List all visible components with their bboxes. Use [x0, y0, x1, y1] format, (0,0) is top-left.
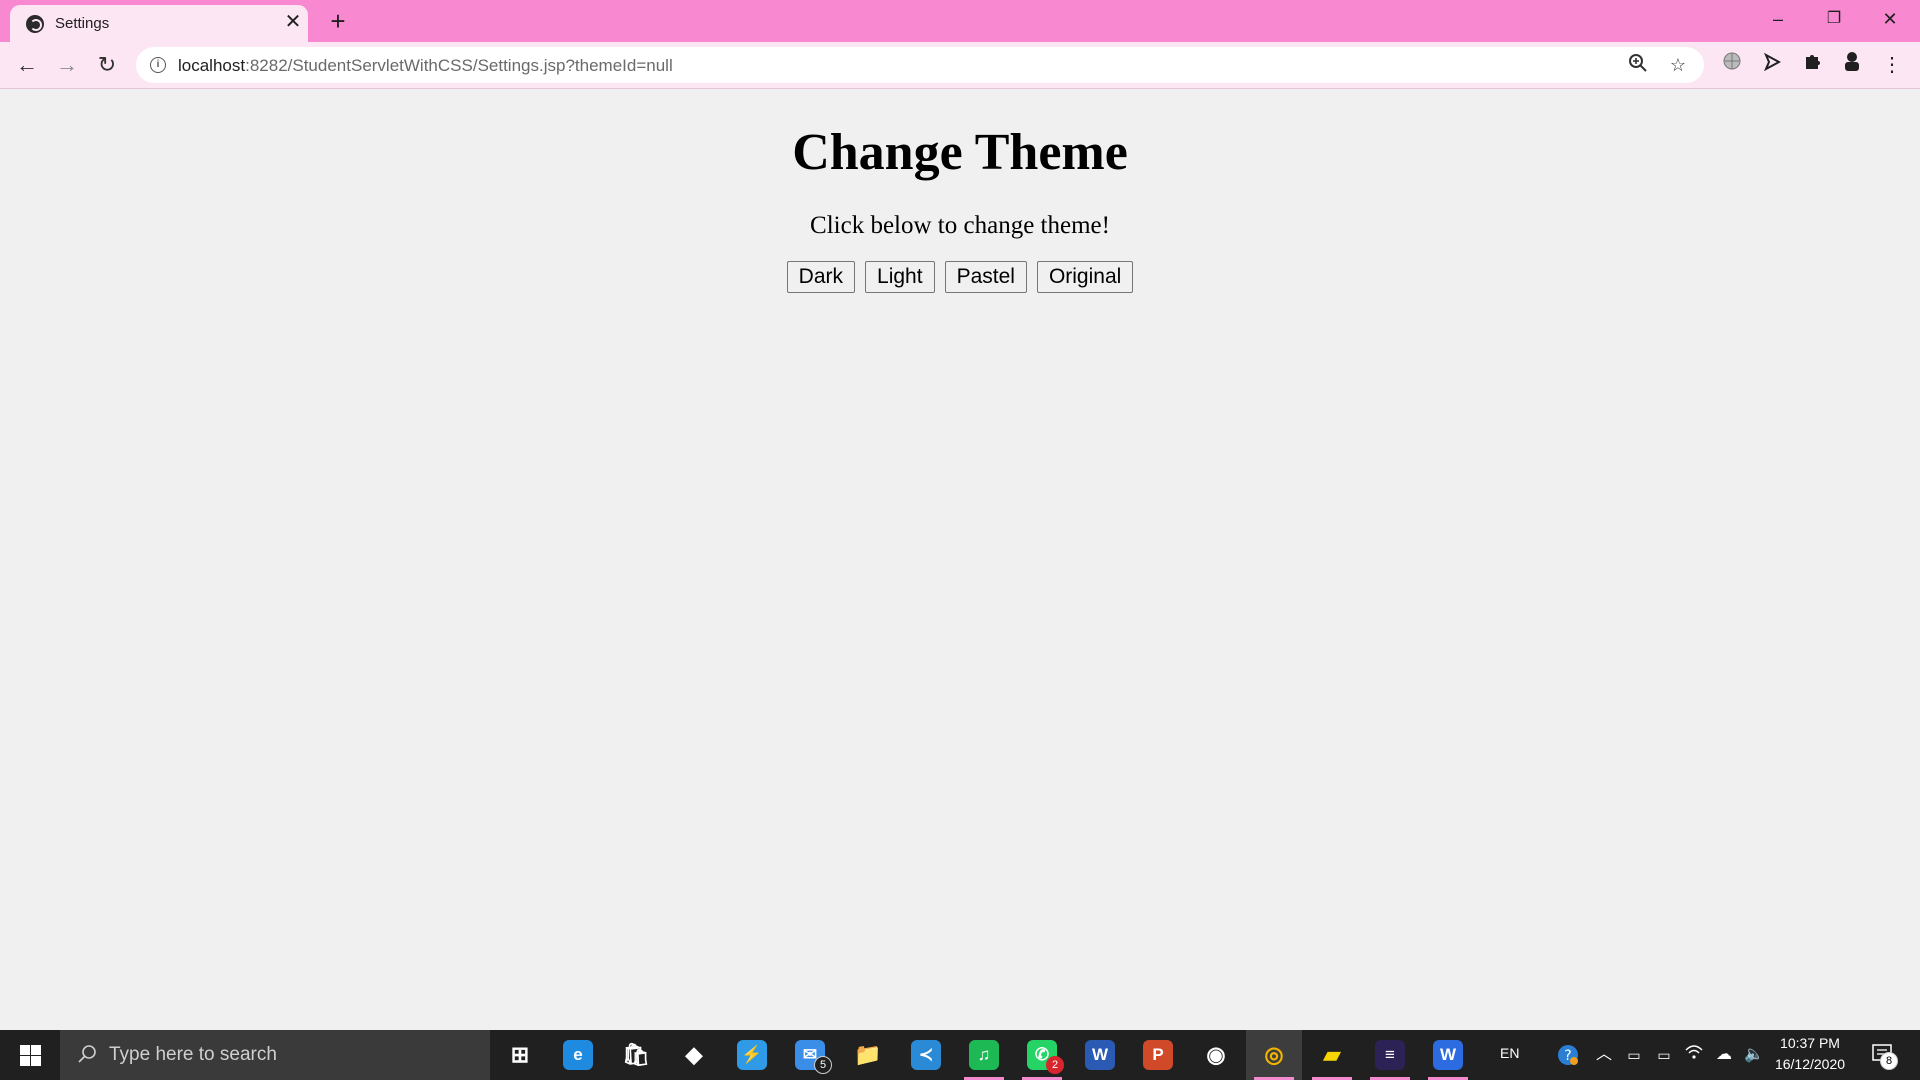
- globe-icon: [26, 15, 44, 33]
- notification-count-badge: 8: [1880, 1052, 1898, 1070]
- browser-tab-bar: Settings ✕ + – ❐ ✕: [0, 0, 1920, 42]
- profile-icon[interactable]: [1837, 50, 1867, 80]
- windows-logo-icon: [20, 1045, 30, 1055]
- dark-theme-button[interactable]: Dark: [786, 261, 856, 293]
- search-placeholder: Type here to search: [109, 1044, 277, 1065]
- edge-icon: e: [563, 1040, 593, 1070]
- zoom-icon[interactable]: [1626, 53, 1650, 77]
- taskbar-app-whatsapp[interactable]: ✆ 2: [1014, 1030, 1070, 1080]
- search-icon: [76, 1043, 98, 1065]
- pastel-theme-button[interactable]: Pastel: [944, 261, 1027, 293]
- browser-tab[interactable]: Settings ✕: [10, 5, 308, 42]
- whatsapp-badge: 2: [1046, 1056, 1064, 1074]
- close-window-button[interactable]: ✕: [1862, 0, 1918, 40]
- page-title: Change Theme: [792, 124, 1128, 181]
- microsoft-store-icon: 🛍: [622, 1042, 650, 1067]
- taskbar-app-spotify[interactable]: ♫: [956, 1030, 1012, 1080]
- dropbox-icon: ◆: [685, 1042, 703, 1067]
- power-automate-icon: ⚡: [737, 1040, 767, 1070]
- taskbar-app-eclipse[interactable]: ≡: [1362, 1030, 1418, 1080]
- word-icon: W: [1085, 1040, 1115, 1070]
- windows-taskbar: Type here to search ⊞ e 🛍 ◆ ⚡ ✉ 5 📁 ≺ ♫ ✆ 2 W P ◉ ◎ ▰ ≡ W …: [0, 1030, 1920, 1080]
- page-content: Change Theme Click below to change theme…: [0, 89, 1920, 1030]
- more-menu-icon[interactable]: ⋮: [1877, 50, 1907, 80]
- start-button[interactable]: [0, 1030, 60, 1080]
- site-info-icon[interactable]: i: [150, 57, 166, 73]
- send-icon[interactable]: [1757, 50, 1787, 80]
- taskbar-app-microsoft-store[interactable]: 🛍: [608, 1030, 664, 1080]
- taskbar-app-file-explorer[interactable]: 📁: [840, 1030, 896, 1080]
- sticky-notes-icon: ▰: [1323, 1042, 1341, 1067]
- language-indicator[interactable]: EN: [1500, 1045, 1519, 1061]
- wps-writer-icon: W: [1433, 1040, 1463, 1070]
- volume-icon[interactable]: 🔈: [1743, 1044, 1765, 1066]
- puzzle-icon[interactable]: [1797, 50, 1827, 80]
- task-view-icon: ⊞: [510, 1042, 530, 1067]
- taskbar-app-word[interactable]: W: [1072, 1030, 1128, 1080]
- spotify-icon: ♫: [969, 1040, 999, 1070]
- url-host: localhost: [178, 56, 246, 75]
- tab-title: Settings: [55, 15, 110, 32]
- restore-button[interactable]: ❐: [1806, 0, 1862, 40]
- battery-icon[interactable]: ▭: [1653, 1044, 1675, 1066]
- taskbar-app-wps-writer[interactable]: W: [1420, 1030, 1476, 1080]
- back-button[interactable]: ←: [12, 50, 42, 80]
- meet-now-icon[interactable]: ▭: [1623, 1044, 1645, 1066]
- notifications-icon[interactable]: 8: [1870, 1042, 1898, 1070]
- taskbar-app-dropbox[interactable]: ◆: [666, 1030, 722, 1080]
- windows-logo-pane: [31, 1045, 41, 1055]
- file-explorer-icon: 📁: [854, 1042, 882, 1067]
- page-subtitle: Click below to change theme!: [810, 212, 1110, 239]
- minimize-button[interactable]: –: [1750, 0, 1806, 40]
- clock-time[interactable]: 10:37 PM: [1774, 1035, 1846, 1051]
- eclipse-icon: ≡: [1375, 1040, 1405, 1070]
- vs-code-icon: ≺: [911, 1040, 941, 1070]
- bookmark-star-icon[interactable]: ☆: [1666, 53, 1690, 77]
- chevron-up-icon[interactable]: ︿: [1593, 1044, 1615, 1066]
- close-tab-icon[interactable]: ✕: [282, 11, 304, 33]
- extension-globe-icon[interactable]: [1717, 50, 1747, 80]
- powerpoint-icon: P: [1143, 1040, 1173, 1070]
- mail-badge: 5: [814, 1056, 832, 1074]
- taskbar-app-vs-code[interactable]: ≺: [898, 1030, 954, 1080]
- taskbar-app-chrome[interactable]: ◎: [1246, 1030, 1302, 1080]
- original-theme-button[interactable]: Original: [1036, 261, 1134, 293]
- clock-date[interactable]: 16/12/2020: [1772, 1056, 1848, 1072]
- url-path: :8282/StudentServletWithCSS/Settings.jsp…: [245, 56, 673, 75]
- help-icon[interactable]: ?: [1557, 1044, 1579, 1066]
- onedrive-cloud-icon[interactable]: ☁: [1713, 1044, 1735, 1066]
- forward-button[interactable]: →: [52, 50, 82, 80]
- light-theme-button[interactable]: Light: [865, 261, 935, 293]
- taskbar-app-sticky-notes[interactable]: ▰: [1304, 1030, 1360, 1080]
- windows-logo-pane: [20, 1056, 30, 1066]
- taskbar-app-powerpoint[interactable]: P: [1130, 1030, 1186, 1080]
- app-circle-icon: ◉: [1206, 1042, 1226, 1067]
- new-tab-button[interactable]: +: [324, 8, 352, 36]
- reload-button[interactable]: ↻: [92, 50, 122, 80]
- windows-logo-pane: [31, 1056, 41, 1066]
- taskbar-app-task-view[interactable]: ⊞: [492, 1030, 548, 1080]
- taskbar-app-power-automate[interactable]: ⚡: [724, 1030, 780, 1080]
- taskbar-app-mail[interactable]: ✉ 5: [782, 1030, 838, 1080]
- taskbar-app-app-circle[interactable]: ◉: [1188, 1030, 1244, 1080]
- address-bar[interactable]: i localhost:8282/StudentServletWithCSS/S…: [136, 47, 1704, 83]
- url-text[interactable]: localhost:8282/StudentServletWithCSS/Set…: [178, 56, 673, 76]
- browser-toolbar: ← → ↻ i localhost:8282/StudentServletWit…: [0, 42, 1920, 89]
- theme-button-row: Dark Light Pastel Original: [0, 261, 1920, 293]
- taskbar-app-edge[interactable]: e: [550, 1030, 606, 1080]
- taskbar-search-box[interactable]: Type here to search: [60, 1030, 490, 1080]
- chrome-icon: ◎: [1264, 1042, 1284, 1067]
- wifi-icon[interactable]: [1683, 1044, 1705, 1066]
